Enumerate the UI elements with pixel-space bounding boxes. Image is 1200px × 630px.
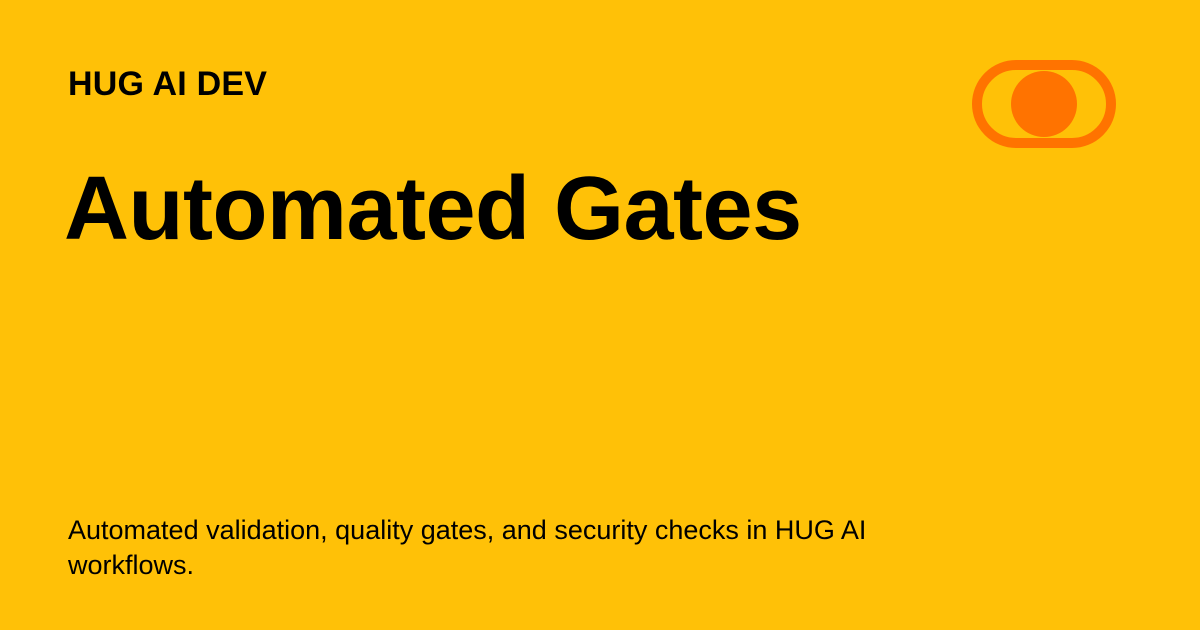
brand-name: HUG AI DEV xyxy=(68,65,268,103)
page-description: Automated validation, quality gates, and… xyxy=(68,515,867,580)
social-card: HUG AI DEV Automated Gates Automated val… xyxy=(0,0,1200,630)
toggle-switch-logo-icon xyxy=(972,60,1116,148)
page-title: Automated Gates xyxy=(64,159,802,259)
